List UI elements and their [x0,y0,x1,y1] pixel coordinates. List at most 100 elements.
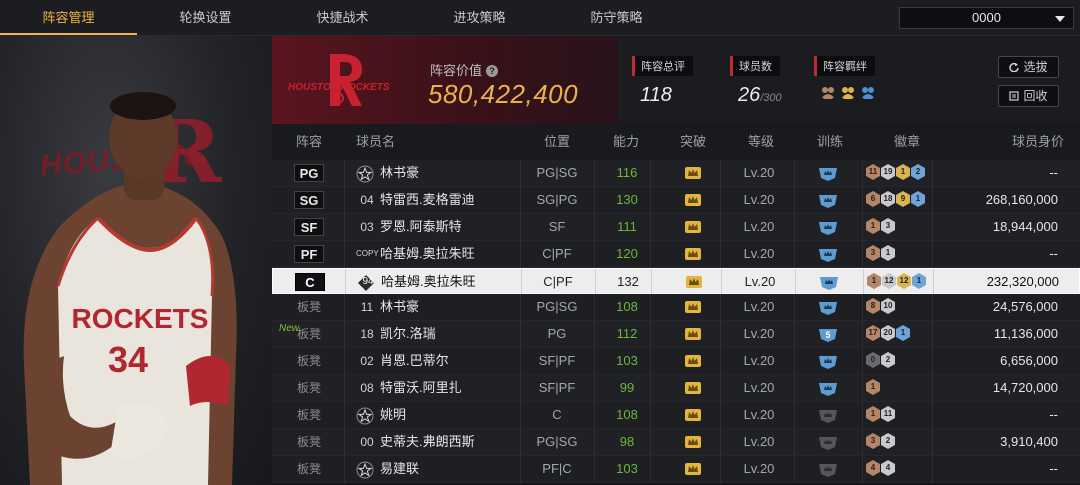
breakthrough-crown-icon[interactable] [684,300,702,314]
badge-list[interactable]: 1 11 [866,406,895,424]
table-row[interactable]: 板凳 姚明 C 108 Lv.20 1 11 -- [272,402,1080,429]
breakthrough-crown-icon[interactable] [684,220,702,234]
player-name[interactable]: 姚明 [380,402,406,428]
column-divider [863,269,864,296]
badge-list[interactable]: 17 20 1 [866,325,910,343]
badge-list[interactable]: 44 [866,460,895,478]
player-name[interactable]: 罗恩.阿泰斯特 [380,214,462,240]
player-position: PG|SG [536,299,578,314]
bond-bronze-icon[interactable] [820,84,836,100]
lineup-slot-bench[interactable]: 板凳 [294,456,324,482]
training-level-icon[interactable] [817,408,839,424]
badge-list[interactable]: 02 [866,352,895,370]
player-name[interactable]: 哈基姆.奥拉朱旺 [380,241,475,267]
col-position[interactable]: 位置 [544,124,570,160]
lineup-slot-bench[interactable]: 板凳 [294,294,324,320]
training-level-icon[interactable] [817,193,839,209]
player-name[interactable]: 特雷西.麦格雷迪 [380,187,475,213]
player-name[interactable]: 林书豪 [380,160,419,186]
breakthrough-crown-icon[interactable] [684,354,702,368]
breakthrough-crown-icon[interactable] [684,247,702,261]
training-level-icon[interactable] [817,166,839,182]
col-level[interactable]: 等级 [748,124,774,160]
tab-defense-strategy[interactable]: 防守策略 [548,0,685,35]
breakthrough-crown-icon[interactable] [684,193,702,207]
lineup-slot-bench[interactable]: 板凳 [294,375,324,401]
player-name[interactable]: 肖恩.巴蒂尔 [380,348,449,374]
training-level-icon[interactable] [817,381,839,397]
training-level-icon[interactable] [817,462,839,478]
lineup-selector-dropdown[interactable]: 0000 [899,7,1074,29]
badge-list[interactable]: 31 [866,245,895,263]
badge-list[interactable]: 13 [866,218,895,236]
player-name[interactable]: 林书豪 [380,294,419,320]
lineup-slot-badge[interactable]: SF [294,218,324,236]
lineup-slot-badge[interactable]: C [295,273,325,291]
table-row[interactable]: 板凳 00 史蒂夫.弗朗西斯 PG|SG 98 Lv.20 3 2 3,910,400 [272,429,1080,456]
breakthrough-crown-icon[interactable] [684,381,702,395]
jersey-number: 04 [360,193,374,207]
tab-offense-strategy[interactable]: 进攻策略 [411,0,548,35]
player-name[interactable]: 易建联 [380,456,419,482]
training-level-icon[interactable] [817,354,839,370]
player-name[interactable]: 哈基姆.奥拉朱旺 [381,269,476,295]
badge-list[interactable]: 11 19 1 2 [866,164,925,182]
badge-list[interactable]: 1 12 12 1 [867,273,926,291]
training-level-icon[interactable] [817,220,839,236]
tab-lineup-management[interactable]: 阵容管理 [0,0,137,35]
breakthrough-crown-icon[interactable] [684,435,702,449]
jersey-number: 94 [362,276,374,287]
breakthrough-crown-icon[interactable] [684,327,702,341]
badge-list[interactable]: 1 [866,379,880,397]
breakthrough-crown-icon[interactable] [685,275,703,289]
table-row[interactable]: 板凳 02 肖恩.巴蒂尔 SF|PF 103 Lv.20 0 2 6,656,000 [272,348,1080,375]
player-count-label: 球员数 [730,56,780,76]
help-icon[interactable]: ? [486,65,499,77]
bond-gold-icon[interactable] [840,84,856,100]
player-rating: 112 [616,326,638,341]
lineup-slot-bench[interactable]: 板凳 [294,402,324,428]
pick-button[interactable]: 选拔 [998,56,1059,78]
bond-blue-icon[interactable] [860,84,876,100]
table-row[interactable]: 板凳 易建联 PF|C 103 Lv.20 4 4 -- [272,456,1080,483]
lineup-slot-bench[interactable]: 板凳 [294,348,324,374]
breakthrough-crown-icon[interactable] [684,166,702,180]
breakthrough-crown-icon[interactable] [684,408,702,422]
col-lineup[interactable]: 阵容 [296,124,322,160]
col-value[interactable]: 球员身价 [1012,124,1064,160]
training-level-icon[interactable] [818,275,840,291]
training-level-icon[interactable] [817,247,839,263]
table-row[interactable]: PF COPY 哈基姆.奥拉朱旺 C|PF 120 Lv.20 3 1 -- [272,241,1080,268]
table-row[interactable]: C 94 哈基姆.奥拉朱旺 C|PF 132 Lv.20 1 12 12 1 232,320,000 [272,268,1080,296]
player-name[interactable]: 凯尔.洛瑞 [380,321,436,347]
lineup-slot-badge[interactable]: PG [294,164,324,182]
training-level-icon[interactable] [817,300,839,316]
tab-rotation-settings[interactable]: 轮换设置 [137,0,274,35]
col-rating[interactable]: 能力 [613,124,639,160]
lineup-slot-badge[interactable]: SG [294,191,324,209]
player-rating: 120 [616,246,638,261]
player-name[interactable]: 史蒂夫.弗朗西斯 [380,429,475,455]
col-training[interactable]: 训练 [817,124,843,160]
breakthrough-crown-icon[interactable] [684,462,702,476]
col-name[interactable]: 球员名 [356,124,395,160]
tab-quick-tactics[interactable]: 快捷战术 [274,0,411,35]
table-row[interactable]: 板凳 08 特雷沃.阿里扎 SF|PF 99 Lv.20 1 14,720,000 [272,375,1080,402]
lineup-slot-bench[interactable]: 板凳 [294,429,324,455]
badge-list[interactable]: 6 18 9 1 [866,191,925,209]
lineup-slot-badge[interactable]: PF [294,245,324,263]
table-row[interactable]: PG 林书豪 PG|SG 116 Lv.20 11 19 1 2 -- [272,160,1080,187]
badge-list[interactable]: 32 [866,433,895,451]
col-badges[interactable]: 徽章 [894,124,920,160]
table-row[interactable]: SF 03 罗恩.阿泰斯特 SF 111 Lv.20 1 3 18,944,000 [272,214,1080,241]
col-breakthrough[interactable]: 突破 [680,124,706,160]
column-divider [594,214,595,241]
training-level-icon[interactable] [817,435,839,451]
table-row[interactable]: 板凳 New 18 凯尔.洛瑞 PG 112 Lv.20 5 17 20 1 11,136,000 [272,321,1080,348]
training-level-icon[interactable]: 5 [817,327,839,343]
badge-list[interactable]: 8 10 [866,298,895,316]
player-name[interactable]: 特雷沃.阿里扎 [380,375,462,401]
table-row[interactable]: SG 04 特雷西.麦格雷迪 SG|PG 130 Lv.20 6 18 9 1 268,160,00… [272,187,1080,214]
recycle-button[interactable]: 回收 [998,85,1059,107]
table-row[interactable]: 板凳 11 林书豪 PG|SG 108 Lv.20 8 10 24,576,000 [272,294,1080,321]
